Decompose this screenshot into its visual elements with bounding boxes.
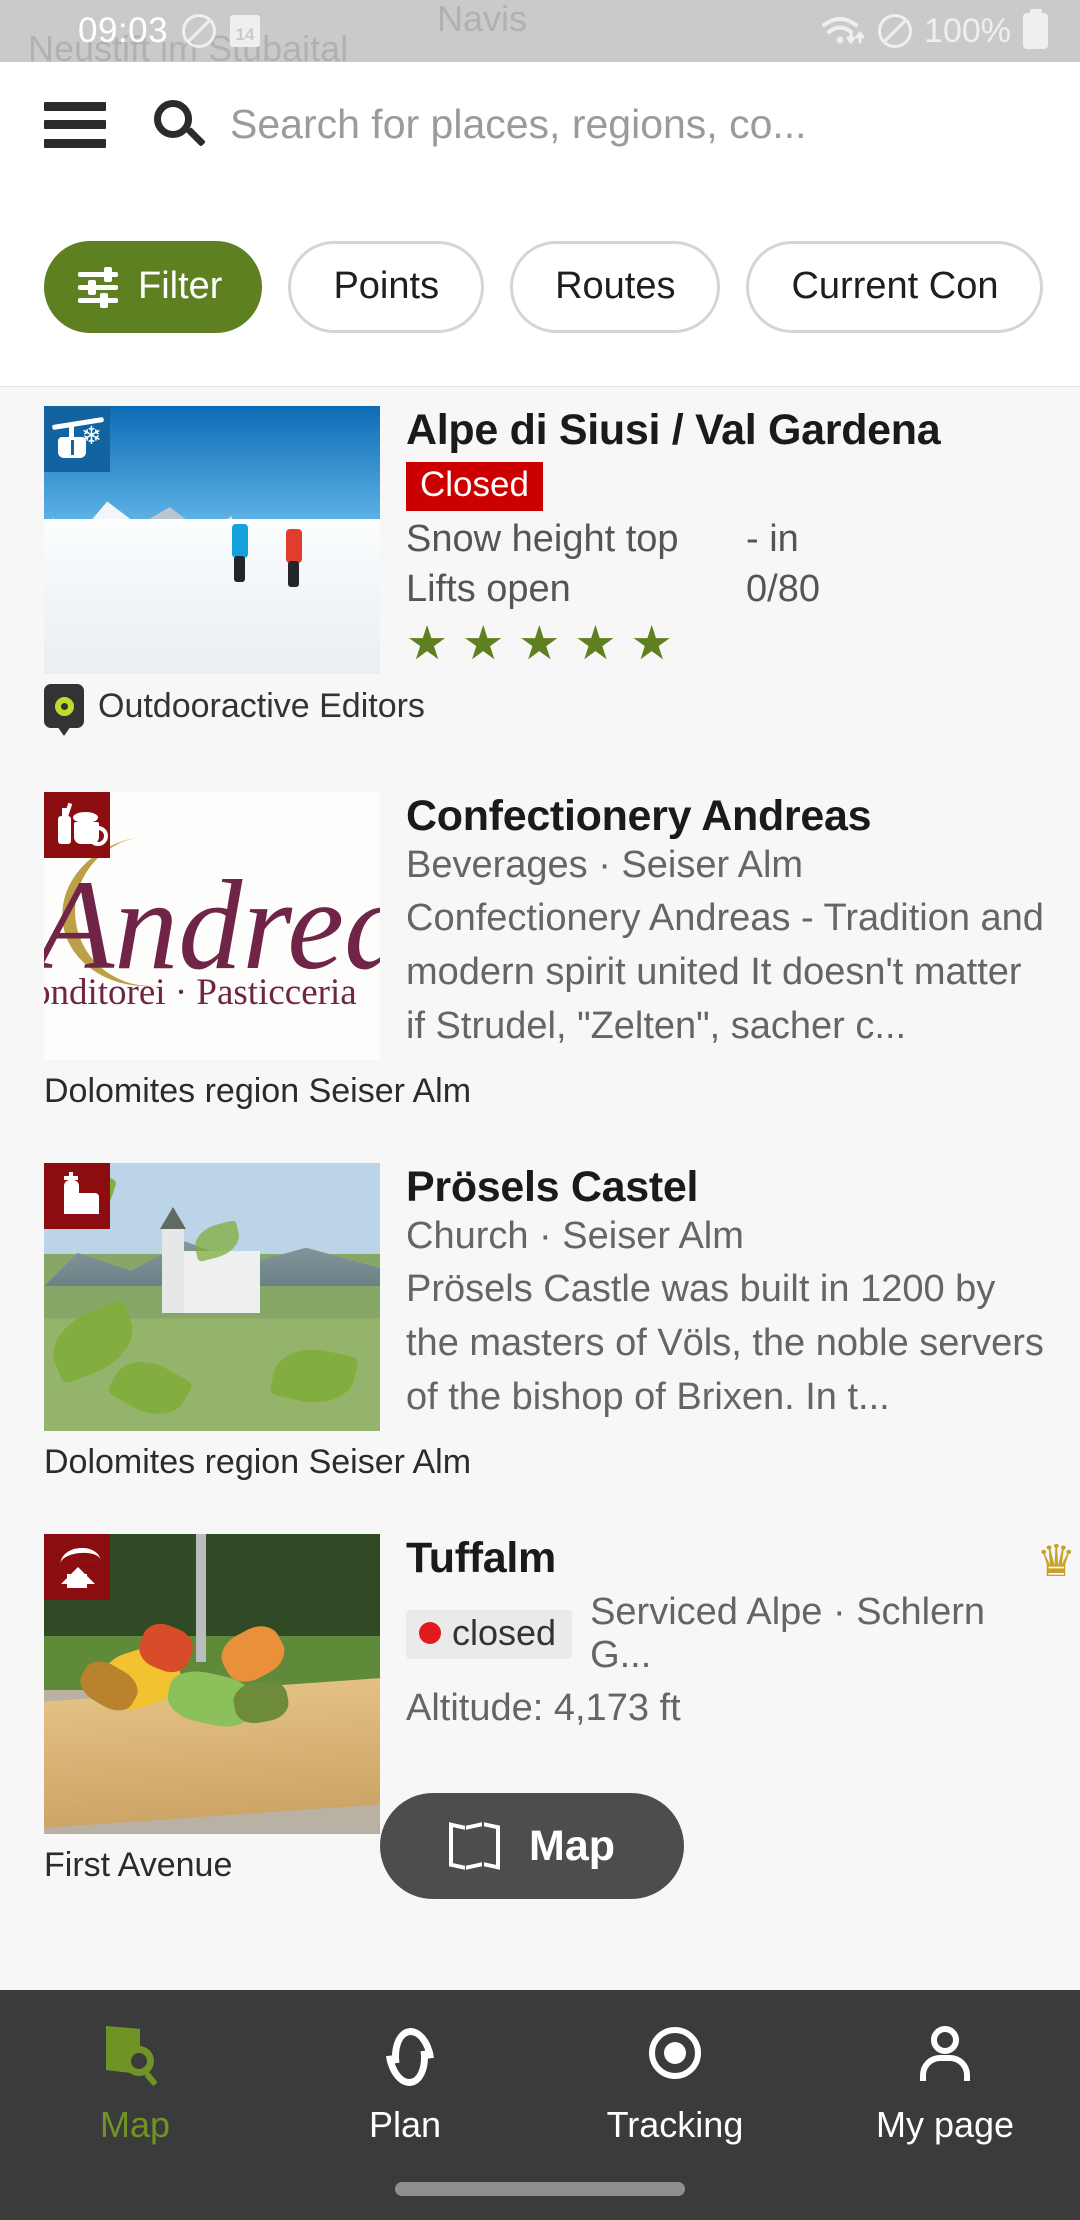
star-icon: ★ (406, 616, 463, 670)
nav-label: Map (99, 2104, 171, 2145)
chip-routes-label: Routes (555, 265, 676, 307)
result-description: Confectionery Andreas - Tradition and mo… (406, 896, 1044, 1047)
rating-stars: ★★★★★ (406, 619, 1050, 666)
battery-percent-label: 100% (924, 11, 1011, 50)
battery-icon (1023, 13, 1048, 49)
nav-item-my-page[interactable]: My page (810, 2024, 1080, 2146)
map-fold-icon (449, 1822, 501, 1870)
result-thumbnail[interactable]: ❄ (44, 406, 380, 674)
filter-chip-row: Filter Points Routes Current Con (0, 187, 1080, 387)
map-toggle-button[interactable]: Map (380, 1793, 684, 1899)
result-card-proesels-castel[interactable]: Prösels Castel Church · Seiser Alm Pröse… (0, 1145, 1080, 1482)
result-description: Prösels Castle was built in 1200 by the … (406, 1267, 1044, 1418)
result-meta-row: closed Serviced Alpe · Schlern G... (406, 1591, 1050, 1677)
stat-key: Lifts open (406, 568, 571, 611)
home-indicator[interactable] (395, 2182, 685, 2196)
result-card-alpe-di-siusi[interactable]: ❄ Alpe di Siusi / Val Gardena Closed Sno… (0, 388, 1080, 728)
chip-filter-label: Filter (138, 265, 223, 307)
nav-item-tracking[interactable]: Tracking (540, 2024, 810, 2146)
search-input[interactable] (230, 101, 930, 148)
stat-row-lifts-open: Lifts open 0/80 (406, 568, 1050, 611)
search-header (0, 62, 1080, 187)
user-account-icon (912, 2024, 978, 2086)
chip-current-conditions-label: Current Con (791, 265, 999, 307)
result-subline: Serviced Alpe · Schlern G... (590, 1591, 986, 1677)
hamburger-menu-icon[interactable] (44, 101, 106, 148)
nav-item-plan[interactable]: Plan (270, 2024, 540, 2146)
nav-item-map[interactable]: Map (0, 2024, 270, 2146)
search-icon[interactable] (154, 99, 206, 150)
result-credit: Dolomites region Seiser Alm (44, 1443, 472, 1481)
chip-current-conditions[interactable]: Current Con (746, 240, 1044, 333)
bottom-navigation-bar: Map Plan Tracking My page (0, 1990, 1080, 2220)
stat-row-snow-height: Snow height top - in (406, 518, 1050, 561)
search-results-list[interactable]: ❄ Alpe di Siusi / Val Gardena Closed Sno… (0, 388, 1080, 1990)
map-ghost-label-2: Navis (437, 0, 528, 39)
hamburger-line (44, 101, 106, 111)
star-icon: ★ (518, 616, 575, 670)
result-credit: Outdooractive Editors (0, 674, 1080, 728)
chip-routes[interactable]: Routes (510, 240, 721, 333)
result-title: Prösels Castel (406, 1163, 699, 1211)
result-altitude: Altitude: 4,173 ft (406, 1687, 681, 1730)
result-credit: Dolomites region Seiser Alm (44, 1072, 472, 1110)
do-not-disturb-icon (182, 14, 217, 48)
route-path-icon (372, 2024, 438, 2086)
open-state-badge: closed (406, 1609, 573, 1659)
nav-label: Plan (368, 2104, 442, 2145)
search-icon-handle (186, 126, 206, 147)
result-subline: Beverages · Seiser Alm (406, 844, 804, 887)
result-thumbnail[interactable]: Andrea onditorei · Pasticceria (44, 792, 380, 1060)
tune-filter-icon (78, 266, 118, 308)
logo-subtitle-text: onditorei · Pasticceria (44, 972, 357, 1013)
result-title: Alpe di Siusi / Val Gardena (406, 406, 941, 454)
stat-value: 0/80 (746, 568, 820, 611)
result-thumbnail[interactable] (44, 1163, 380, 1431)
status-badge: Closed (406, 462, 543, 512)
map-button-label: Map (529, 1821, 615, 1870)
church-icon (44, 1163, 110, 1229)
hamburger-line (44, 138, 106, 148)
status-bar-clock: 09:03 (78, 11, 169, 50)
chip-filter[interactable]: Filter (44, 240, 263, 333)
target-record-icon (642, 2024, 708, 2086)
credit-label: Outdooractive Editors (98, 686, 425, 725)
crown-icon: ♛ (1036, 1537, 1076, 1586)
map-search-icon (102, 2024, 168, 2086)
result-thumbnail[interactable] (44, 1534, 380, 1834)
nav-label: My page (875, 2104, 1015, 2145)
result-subline: Church · Seiser Alm (406, 1215, 744, 1258)
calendar-icon: 14 (230, 15, 261, 47)
ski-gondola-icon: ❄ (44, 406, 110, 472)
star-icon: ★ (630, 616, 687, 670)
status-dot-icon (419, 1621, 441, 1644)
dnd-circle-icon (878, 14, 913, 48)
result-title: Tuffalm (406, 1534, 556, 1582)
status-bar: Neustift im Stubaital Navis 09:03 14 100… (0, 0, 1080, 62)
stat-key: Snow height top (406, 518, 679, 561)
stat-value: - in (746, 518, 799, 561)
alpine-hut-icon (44, 1534, 110, 1600)
chip-points-label: Points (333, 265, 440, 307)
beverages-icon (44, 792, 110, 858)
nav-label: Tracking (606, 2104, 744, 2145)
chip-points[interactable]: Points (288, 240, 485, 333)
hamburger-line (44, 120, 106, 129)
star-icon: ★ (462, 616, 519, 670)
open-state-label: closed (452, 1611, 557, 1653)
wifi-icon (822, 17, 865, 44)
status-bar-right: 100% (820, 12, 1048, 51)
result-title: Confectionery Andreas (406, 792, 872, 840)
outdooractive-pin-icon (44, 684, 84, 728)
status-bar-left: 09:03 14 (78, 11, 261, 51)
result-card-confectionery-andreas[interactable]: Andrea onditorei · Pasticceria Confectio… (0, 774, 1080, 1111)
star-icon: ★ (574, 616, 631, 670)
